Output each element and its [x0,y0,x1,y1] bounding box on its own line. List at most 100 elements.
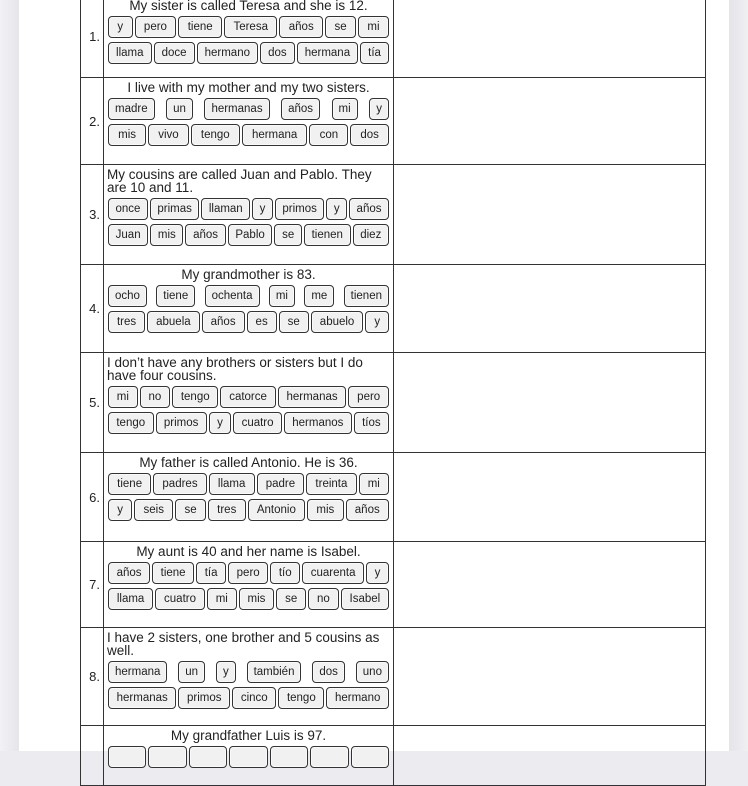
word-tile[interactable]: madre [108,98,155,120]
word-tile[interactable]: con [309,124,349,146]
word-tile[interactable]: se [175,499,206,521]
word-tile[interactable]: tengo [190,124,240,146]
word-tile[interactable]: y [252,198,273,220]
word-tile[interactable]: tres [207,499,246,521]
word-tile[interactable]: vivo [148,124,189,146]
word-tile[interactable]: pero [348,386,389,408]
word-tile[interactable]: no [308,588,339,610]
word-tile[interactable]: y [208,412,232,434]
word-tile[interactable]: tiene [108,473,152,495]
word-tile[interactable]: me [304,285,335,307]
word-tile[interactable]: hermana [108,661,168,683]
answer-cell[interactable] [394,726,705,785]
word-tile[interactable]: Isabel [340,588,390,610]
word-tile[interactable]: pero [228,562,269,584]
word-tile[interactable]: tengo [172,386,219,408]
word-tile[interactable]: primos [274,198,325,220]
word-tile[interactable]: también [246,661,302,683]
word-tile[interactable]: no [139,386,171,408]
word-tile[interactable]: hermano [326,687,390,709]
word-tile[interactable] [229,746,268,768]
word-tile[interactable]: dos [312,661,345,683]
word-tile[interactable]: tía [196,562,227,584]
word-tile[interactable]: cinco [232,687,277,709]
word-tile[interactable]: un [178,661,206,683]
word-tile[interactable]: Pablo [227,224,273,246]
word-tile[interactable]: mis [238,588,275,610]
word-tile[interactable]: y [108,16,133,38]
word-tile[interactable]: mis [307,499,344,521]
word-tile[interactable]: tíos [353,412,390,434]
word-tile[interactable] [148,746,187,768]
word-tile[interactable]: y [365,311,390,333]
word-tile[interactable]: tía [360,42,390,64]
word-tile[interactable]: mi [358,473,389,495]
word-tile[interactable]: doce [153,42,195,64]
word-tile[interactable]: y [326,198,348,220]
word-tile[interactable]: dos [260,42,295,64]
word-tile[interactable]: tío [270,562,301,584]
word-tile[interactable]: primas [149,198,200,220]
word-tile[interactable]: años [201,311,245,333]
word-tile[interactable]: mi [108,386,138,408]
word-tile[interactable] [188,746,228,768]
word-tile[interactable]: primos [178,687,231,709]
word-tile[interactable] [108,746,147,768]
word-tile[interactable]: tienen [303,224,351,246]
word-tile[interactable]: años [349,198,389,220]
word-tile[interactable]: tiene [156,285,196,307]
word-tile[interactable]: tengo [108,412,154,434]
word-tile[interactable]: ochenta [204,285,260,307]
word-tile[interactable]: tengo [278,687,325,709]
word-tile[interactable]: y [369,98,389,120]
word-tile[interactable] [310,746,349,768]
answer-cell[interactable] [394,265,705,352]
word-tile[interactable]: tiene [152,562,195,584]
word-tile[interactable]: Juan [108,224,149,246]
word-tile[interactable]: dos [350,124,390,146]
word-tile[interactable]: once [108,198,148,220]
word-tile[interactable]: mis [108,124,147,146]
word-tile[interactable]: hermanos [283,412,352,434]
word-tile[interactable]: tres [108,311,146,333]
word-tile[interactable]: abuelo [310,311,364,333]
word-tile[interactable]: mi [268,285,295,307]
word-tile[interactable]: es [246,311,277,333]
word-tile[interactable]: años [345,499,389,521]
word-tile[interactable]: tienen [343,285,389,307]
word-tile[interactable]: un [166,98,193,120]
word-tile[interactable]: seis [134,499,174,521]
word-tile[interactable]: cuarenta [302,562,365,584]
word-tile[interactable]: catorce [220,386,276,408]
word-tile[interactable]: años [108,562,151,584]
word-tile[interactable]: cuatro [233,412,282,434]
word-tile[interactable]: y [215,661,236,683]
word-tile[interactable]: mis [150,224,184,246]
word-tile[interactable]: se [274,224,302,246]
answer-cell[interactable] [394,453,705,541]
word-tile[interactable]: hermana [241,124,308,146]
word-tile[interactable]: se [276,588,307,610]
word-tile[interactable]: se [325,16,357,38]
word-tile[interactable]: y [108,499,133,521]
answer-cell[interactable] [394,353,705,452]
word-tile[interactable]: mi [206,588,237,610]
word-tile[interactable]: abuela [147,311,200,333]
word-tile[interactable]: hermano [196,42,259,64]
word-tile[interactable]: hermana [296,42,359,64]
answer-cell[interactable] [394,78,705,164]
word-tile[interactable]: llama [108,42,152,64]
word-tile[interactable]: mi [358,16,389,38]
word-tile[interactable]: Antonio [247,499,306,521]
word-tile[interactable]: hermanas [108,687,177,709]
word-tile[interactable]: llama [208,473,255,495]
word-tile[interactable]: llama [108,588,154,610]
word-tile[interactable]: mi [331,98,358,120]
word-tile[interactable]: diez [352,224,389,246]
answer-cell[interactable] [394,628,705,725]
word-tile[interactable]: hermanas [204,98,270,120]
word-tile[interactable]: años [279,16,324,38]
word-tile[interactable] [350,746,389,768]
answer-cell[interactable] [394,542,705,627]
word-tile[interactable]: padres [153,473,207,495]
